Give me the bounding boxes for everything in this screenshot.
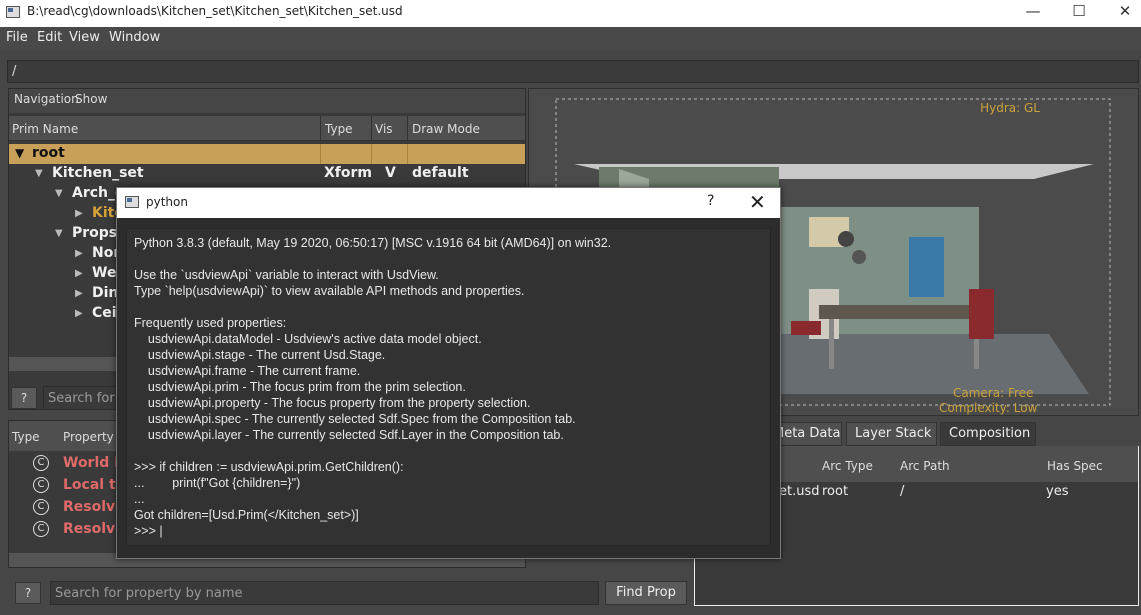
expand-arrow-icon[interactable]: ▼ [55, 188, 63, 199]
menu-file[interactable]: File [6, 30, 28, 45]
title-bar: B:\read\cg\downloads\Kitchen_set\Kitchen… [0, 0, 1141, 27]
console-line: usdviewApi.prim - The focus prim from th… [134, 380, 466, 394]
app-icon [125, 196, 139, 208]
computed-icon: C [33, 499, 49, 515]
console-line: >>> if children := usdviewApi.prim.GetCh… [134, 460, 404, 474]
expand-arrow-icon[interactable]: ▼ [15, 146, 24, 160]
tab-layer-stack[interactable]: Layer Stack [846, 422, 937, 446]
window-title: B:\read\cg\downloads\Kitchen_set\Kitchen… [27, 4, 403, 18]
python-dialog: python ? ✕ Python 3.8.3 (default, May 19… [116, 187, 781, 559]
maximize-button[interactable]: ☐ [1056, 0, 1102, 27]
expand-arrow-icon[interactable]: ▼ [35, 168, 43, 179]
col-vis[interactable]: Vis [375, 122, 393, 136]
col-arc-path[interactable]: Arc Path [900, 459, 950, 473]
renderer-label: Hydra: GL [980, 101, 1040, 115]
console-line: usdviewApi.dataModel - Usdview's active … [134, 332, 482, 346]
collapsed-arrow-icon[interactable]: ▶ [75, 288, 83, 299]
console-line: Type `help(usdviewApi)` to view availabl… [134, 284, 525, 298]
col-type[interactable]: Type [12, 430, 40, 444]
path-text: / [12, 64, 17, 79]
help-button[interactable]: ? [15, 582, 41, 604]
navigation-bar: Navigation Show [9, 89, 525, 113]
console-line: Got children=[Usd.Prim(</Kitchen_set>)] [134, 508, 359, 522]
console-line: Frequently used properties: [134, 316, 287, 330]
col-arc-type[interactable]: Arc Type [822, 459, 873, 473]
console-line: Use the `usdviewApi` variable to interac… [134, 268, 439, 282]
path-field[interactable]: / [7, 60, 1139, 83]
tree-row-root[interactable]: ▼ root [9, 144, 525, 164]
console-prompt[interactable]: >>> | [134, 523, 163, 539]
app-icon [6, 6, 20, 18]
col-draw-mode[interactable]: Draw Mode [412, 122, 480, 136]
computed-icon: C [33, 521, 49, 537]
menu-show[interactable]: Show [75, 92, 107, 106]
menu-view[interactable]: View [69, 30, 100, 45]
minimize-button[interactable]: — [1010, 0, 1056, 27]
console-line: usdviewApi.layer - The currently selecte… [134, 428, 564, 442]
col-has-spec[interactable]: Has Spec [1047, 459, 1103, 473]
console-line: usdviewApi.stage - The current Usd.Stage… [134, 348, 386, 362]
tab-composition[interactable]: Composition [940, 422, 1036, 446]
console-line: usdviewApi.spec - The currently selected… [134, 412, 576, 426]
expand-arrow-icon[interactable]: ▼ [55, 228, 63, 239]
console-line: usdviewApi.frame - The current frame. [134, 364, 361, 378]
menu-bar: File Edit View Window [0, 27, 1141, 50]
help-button[interactable]: ? [11, 387, 37, 409]
menu-navigation[interactable]: Navigation [14, 92, 79, 106]
menu-window[interactable]: Window [109, 30, 160, 45]
prim-tree-header: Prim Name Type Vis Draw Mode [9, 116, 525, 141]
console-line: usdviewApi.property - The focus property… [134, 396, 531, 410]
menu-edit[interactable]: Edit [37, 30, 62, 45]
close-icon[interactable]: ✕ [749, 190, 766, 214]
tree-row[interactable]: ▼ Kitchen_set Xform V default [9, 164, 525, 184]
property-search-bar: ? Search for property by name Find Prop [8, 578, 690, 608]
python-dialog-titlebar: python ? ✕ [117, 188, 780, 218]
collapsed-arrow-icon[interactable]: ▶ [75, 268, 83, 279]
find-prop-button[interactable]: Find Prop [605, 581, 687, 605]
help-button[interactable]: ? [707, 193, 714, 209]
computed-icon: C [33, 455, 49, 471]
computed-icon: C [33, 477, 49, 493]
python-dialog-title: python [146, 195, 188, 209]
col-prim-name[interactable]: Prim Name [12, 122, 78, 136]
collapsed-arrow-icon[interactable]: ▶ [75, 248, 83, 259]
collapsed-arrow-icon[interactable]: ▶ [75, 208, 83, 219]
collapsed-arrow-icon[interactable]: ▶ [75, 308, 83, 319]
console-line: Python 3.8.3 (default, May 19 2020, 06:5… [134, 236, 612, 250]
camera-label: Camera: Free [953, 386, 1034, 400]
close-button[interactable]: ✕ [1102, 0, 1141, 27]
col-type[interactable]: Type [325, 122, 353, 136]
console-line: ... [134, 492, 145, 506]
python-console[interactable]: Python 3.8.3 (default, May 19 2020, 06:5… [126, 228, 771, 546]
complexity-label: Complexity: Low [939, 401, 1038, 415]
property-search-input[interactable]: Search for property by name [50, 581, 599, 605]
console-line: ... print(f"Got {children=}") [134, 476, 301, 490]
